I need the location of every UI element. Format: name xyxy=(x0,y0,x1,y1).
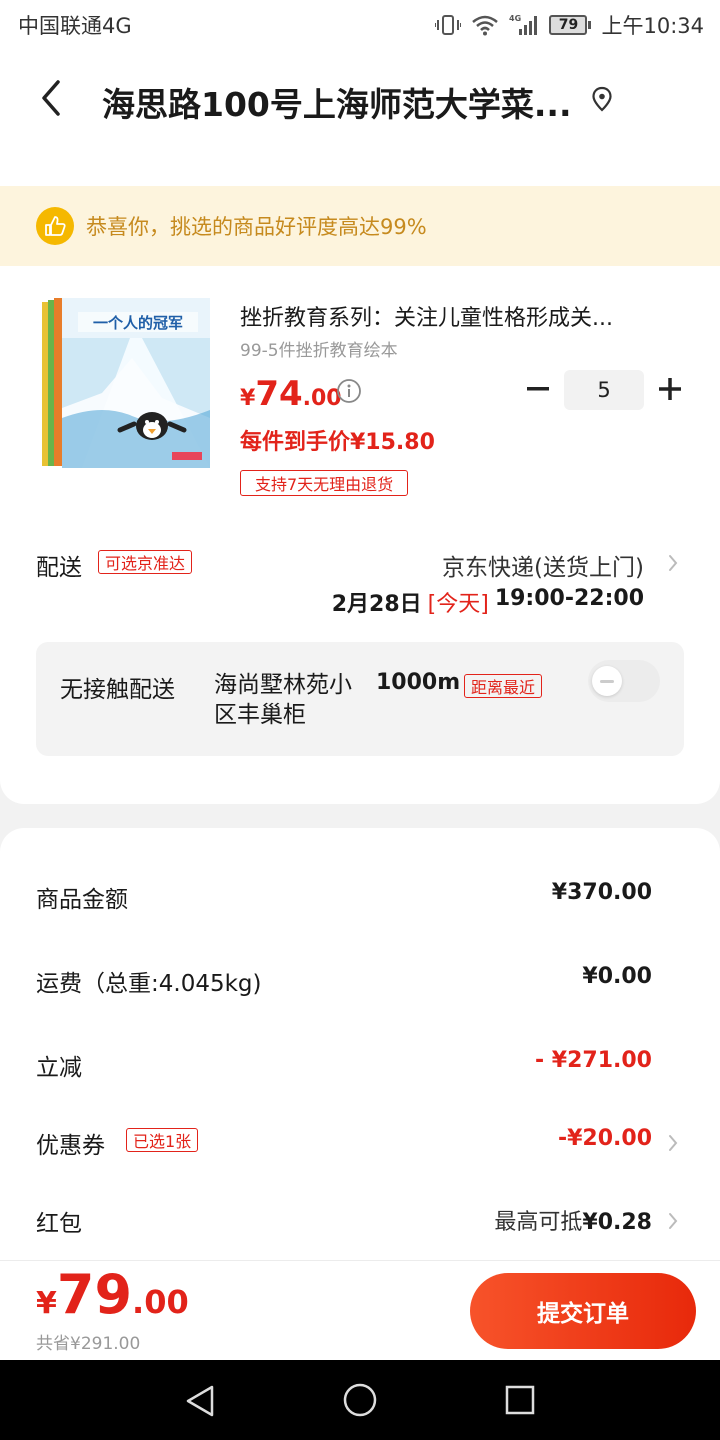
chevron-right-icon[interactable] xyxy=(666,552,680,574)
total-decimal: .00 xyxy=(132,1283,189,1321)
clock: 上午10:34 xyxy=(601,14,704,38)
product-title[interactable]: 挫折教育系列：关注儿童性格形成关... xyxy=(240,300,680,332)
pickup-distance: 1000m xyxy=(376,670,461,695)
header: 海思路100号上海师范大学菜... xyxy=(0,50,720,186)
product-image[interactable]: 一个人的冠军 xyxy=(42,298,212,470)
summary-value: 最高可抵¥0.28 xyxy=(494,1204,652,1236)
product-subtitle: 99-5件挫折教育绘本 xyxy=(240,341,398,361)
summary-value: ¥0.00 xyxy=(582,964,652,989)
summary-row-subtotal: 商品金额 ¥370.00 xyxy=(0,876,720,916)
nav-home-icon[interactable] xyxy=(342,1382,378,1418)
summary-row-discount: 立减 - ¥271.00 xyxy=(0,1044,720,1084)
summary-value: - ¥271.00 xyxy=(535,1048,652,1073)
order-item-card: 一个人的冠军 挫折教育系列：关注儿童性格形成关... 99-5件挫折教育绘本 ¥… xyxy=(0,266,720,804)
location-pin-icon[interactable] xyxy=(590,86,614,112)
total-integer: 79 xyxy=(56,1263,133,1326)
contactless-label: 无接触配送 xyxy=(60,677,175,703)
cover-title: 一个人的冠军 xyxy=(93,314,183,332)
quantity-field[interactable]: 5 xyxy=(564,370,644,410)
summary-row-red-packet[interactable]: 红包 最高可抵¥0.28 xyxy=(0,1200,720,1240)
rating-banner-text: 恭喜你，挑选的商品好评度高达99% xyxy=(86,215,427,239)
battery-level: 79 xyxy=(549,15,588,35)
red-packet-prefix: 最高可抵 xyxy=(494,1210,583,1235)
wifi-icon xyxy=(471,14,499,36)
delivery-window: 19:00-22:00 xyxy=(494,586,644,611)
system-nav-bar xyxy=(0,1360,720,1440)
order-total: ¥ 79 .00 xyxy=(36,1263,189,1326)
pickup-locker-name: 海尚墅林苑小区丰巢柜 xyxy=(214,672,352,728)
delivery-address[interactable]: 海思路100号上海师范大学菜... xyxy=(102,78,572,126)
coupon-selected-tag: 已选1张 xyxy=(126,1128,199,1152)
order-summary: 商品金额 ¥370.00 运费（总重:4.045kg) ¥0.00 立减 - ¥… xyxy=(0,828,720,1260)
quantity-increase-button[interactable] xyxy=(656,374,684,404)
delivery-today: [今天] xyxy=(427,592,489,617)
contactless-delivery: 无接触配送 海尚墅林苑小区丰巢柜 1000m 距离最近 xyxy=(36,642,684,756)
network-type-label: 4G xyxy=(509,14,521,23)
checkout-bar: ¥ 79 .00 共省¥291.00 提交订单 xyxy=(0,1260,720,1360)
shipping-tag: 可选京准达 xyxy=(98,550,193,574)
status-bar: 中国联通4G 4G 79 上午10:34 xyxy=(0,0,720,50)
contactless-toggle[interactable] xyxy=(588,660,660,702)
shipping-label: 配送 xyxy=(36,555,82,581)
price-integer: 74 xyxy=(255,374,303,414)
submit-order-button[interactable]: 提交订单 xyxy=(470,1273,696,1349)
product-price: ¥ 74 .00 xyxy=(240,374,342,414)
total-currency: ¥ xyxy=(36,1286,57,1321)
summary-row-coupon[interactable]: 优惠券 已选1张 -¥20.00 xyxy=(0,1122,720,1162)
summary-value: -¥20.00 xyxy=(557,1126,652,1151)
return-policy-badge: 支持7天无理由退货 xyxy=(240,470,409,496)
summary-label: 立减 xyxy=(36,1055,82,1081)
status-icons: 4G 79 上午10:34 xyxy=(435,10,704,40)
summary-label: 红包 xyxy=(36,1211,82,1237)
info-icon[interactable] xyxy=(336,378,362,404)
shipping-method[interactable]: 京东快递(送货上门) xyxy=(442,548,644,582)
red-packet-amount: ¥0.28 xyxy=(582,1210,652,1235)
signal-icon: 4G xyxy=(509,13,539,37)
total-saved: 共省¥291.00 xyxy=(36,1334,141,1354)
battery-icon: 79 xyxy=(549,15,592,35)
toggle-knob xyxy=(592,666,622,696)
vibrate-icon xyxy=(435,14,462,36)
price-currency: ¥ xyxy=(240,386,256,411)
delivery-date: 2月28日 xyxy=(331,592,422,617)
quantity-decrease-button[interactable] xyxy=(524,374,552,404)
summary-row-shipping-fee: 运费（总重:4.045kg) ¥0.00 xyxy=(0,960,720,1000)
nav-recent-apps-icon[interactable] xyxy=(504,1384,536,1416)
thumbs-up-icon xyxy=(36,207,74,245)
unit-price: 每件到手价¥15.80 xyxy=(240,430,435,455)
chevron-right-icon[interactable] xyxy=(666,1210,680,1232)
delivery-time[interactable]: 2月28日 [今天] 19:00-22:00 xyxy=(332,586,644,618)
nav-back-icon[interactable] xyxy=(184,1384,216,1418)
summary-label: 运费（总重:4.045kg) xyxy=(36,971,262,997)
nearest-tag: 距离最近 xyxy=(464,674,543,698)
rating-banner: 恭喜你，挑选的商品好评度高达99% xyxy=(0,186,720,266)
summary-label: 商品金额 xyxy=(36,887,128,913)
carrier-label: 中国联通4G xyxy=(18,14,132,38)
back-arrow-icon[interactable] xyxy=(36,76,68,120)
summary-label: 优惠券 xyxy=(36,1133,105,1159)
summary-value: ¥370.00 xyxy=(551,880,652,905)
chevron-right-icon[interactable] xyxy=(666,1132,680,1154)
